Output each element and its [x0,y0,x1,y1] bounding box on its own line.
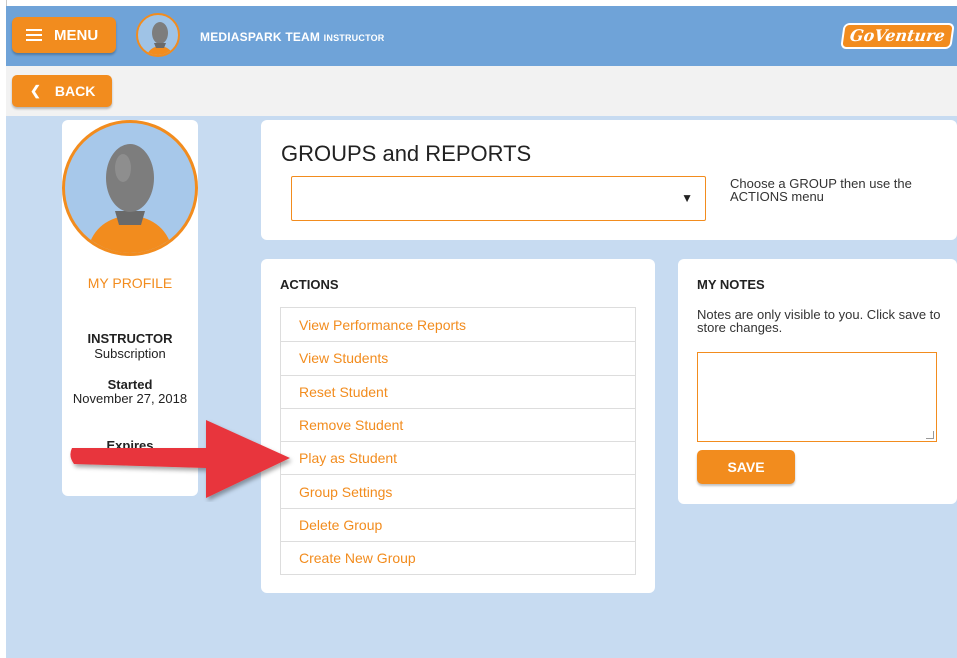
sub-bar [6,66,957,116]
action-play-as-student[interactable]: Play as Student [281,441,635,474]
profile-avatar[interactable] [62,120,198,256]
chevron-left-icon: ❮ [30,83,41,98]
actions-title: ACTIONS [280,277,339,292]
action-view-students[interactable]: View Students [281,341,635,374]
action-remove-student[interactable]: Remove Student [281,407,635,441]
user-avatar-icon [87,144,173,253]
back-button[interactable]: ❮ BACK [12,75,112,107]
subscription-label: Subscription [94,346,166,361]
action-reset-student[interactable]: Reset Student [281,374,635,408]
action-create-new-group[interactable]: Create New Group [281,541,635,574]
subscription-role: INSTRUCTOR [87,331,173,346]
notes-textarea[interactable] [697,352,937,442]
team-name-text: MEDIASPARK TEAM [200,30,321,44]
goventure-logo: GoVenture [840,23,955,49]
my-profile-link[interactable]: MY PROFILE [62,275,198,291]
notes-card: MY NOTES Notes are only visible to you. … [678,259,957,504]
started-date: November 27, 2018 [72,391,188,406]
resize-grip-icon[interactable] [926,431,934,439]
groups-card: GROUPS and REPORTS ▼ Choose a GROUP then… [261,120,957,240]
group-select[interactable]: ▼ [291,176,706,221]
action-group-settings[interactable]: Group Settings [281,474,635,507]
back-label: BACK [54,83,96,99]
actions-card: ACTIONS View Performance Reports View St… [261,259,655,593]
menu-button[interactable]: MENU [12,17,116,53]
hamburger-icon [26,29,42,41]
notes-hint: Notes are only visible to you. Click sav… [697,307,941,335]
group-hint: Choose a GROUP then use the ACTIONS menu [730,176,912,204]
dropdown-arrow-icon: ▼ [681,191,693,205]
action-view-performance-reports[interactable]: View Performance Reports [281,308,635,341]
started-label: Started [107,377,153,392]
avatar[interactable] [136,13,180,57]
menu-label: MENU [54,26,99,44]
action-delete-group[interactable]: Delete Group [281,507,635,541]
team-role: INSTRUCTOR [323,33,385,43]
actions-list: View Performance Reports View Students R… [280,307,636,576]
page-title: GROUPS and REPORTS [281,141,532,166]
red-arrow-icon [70,420,291,498]
notes-title: MY NOTES [697,277,765,292]
save-button[interactable]: SAVE [697,450,795,484]
team-name: MEDIASPARK TEAM INSTRUCTOR [200,30,385,44]
